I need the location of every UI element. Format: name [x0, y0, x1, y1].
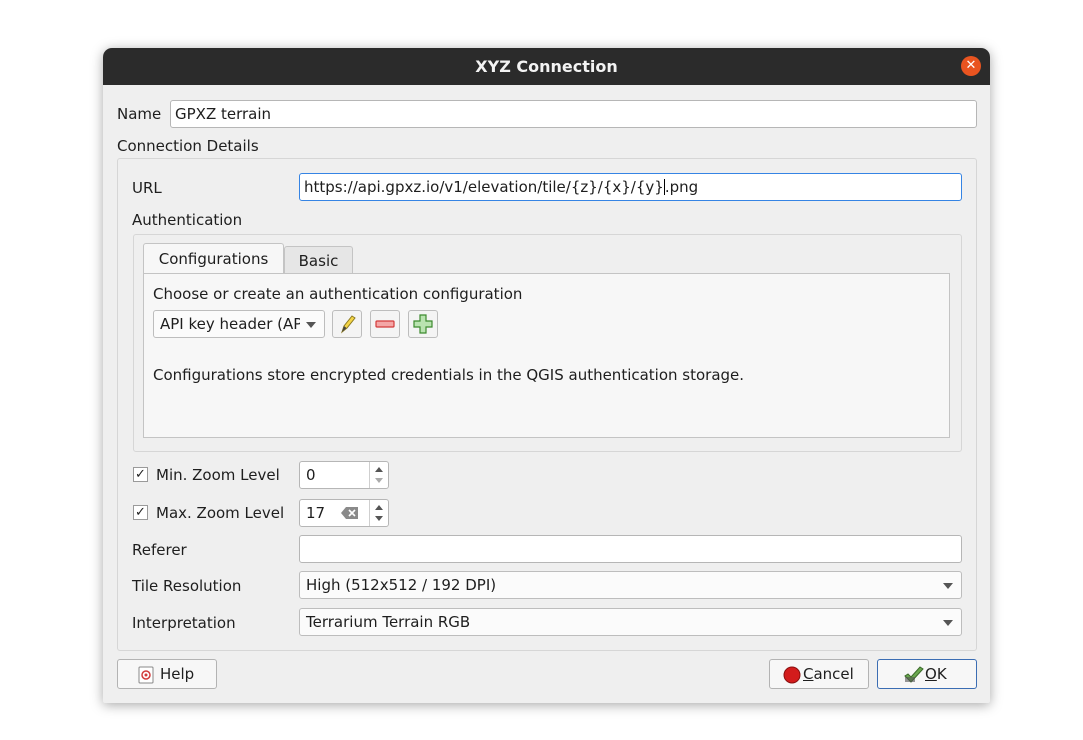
ok-mnemonic: O [925, 665, 937, 683]
url-label: URL [132, 179, 162, 197]
xyz-connection-dialog: XYZ Connection ✕ Name GPXZ terrain Conne… [103, 48, 990, 703]
help-label: Help [160, 665, 195, 683]
authentication-label: Authentication [132, 211, 243, 229]
tile-resolution-value: High (512x512 / 192 DPI) [306, 576, 497, 594]
name-label: Name [117, 105, 162, 123]
config-info-text: Configurations store encrypted credentia… [153, 366, 745, 384]
spin-arrows-icon [375, 505, 383, 521]
minus-icon [375, 320, 395, 328]
min-zoom-label: Min. Zoom Level [156, 466, 280, 484]
ok-label: OK [925, 660, 947, 688]
interpretation-label: Interpretation [132, 614, 236, 632]
clear-icon[interactable] [340, 506, 360, 520]
remove-config-button[interactable] [370, 310, 400, 338]
min-zoom-stepper[interactable] [369, 462, 388, 488]
plus-icon [413, 314, 433, 334]
ok-check-icon [904, 666, 924, 683]
edit-config-button[interactable] [332, 310, 362, 338]
help-book-icon [138, 666, 154, 684]
max-zoom-spinbox[interactable]: 17 [299, 499, 389, 527]
cancel-label: Cancel [803, 660, 854, 688]
title-bar: XYZ Connection ✕ [103, 48, 990, 85]
url-input[interactable]: https://api.gpxz.io/v1/elevation/tile/{z… [299, 173, 962, 201]
max-zoom-checkbox[interactable]: ✓ [133, 505, 148, 520]
cancel-button[interactable]: Cancel [769, 659, 869, 689]
referer-input[interactable] [299, 535, 962, 563]
min-zoom-spinbox[interactable]: 0 [299, 461, 389, 489]
close-icon[interactable]: ✕ [961, 56, 981, 76]
chevron-down-icon [943, 583, 953, 589]
configurations-pane: Choose or create an authentication confi… [143, 273, 950, 438]
auth-config-value: API key header (AP [160, 315, 300, 333]
interpretation-select[interactable]: Terrarium Terrain RGB [299, 608, 962, 636]
url-text-after-cursor: .png [664, 178, 699, 196]
max-zoom-stepper[interactable] [369, 500, 388, 526]
tile-resolution-label: Tile Resolution [132, 577, 242, 595]
referer-label: Referer [132, 541, 187, 559]
tab-basic[interactable]: Basic [284, 246, 353, 274]
max-zoom-value: 17 [306, 504, 326, 522]
ok-button[interactable]: OK [877, 659, 977, 689]
url-text-before-cursor: https://api.gpxz.io/v1/elevation/tile/{z… [304, 178, 664, 196]
min-zoom-value: 0 [306, 466, 316, 484]
cancel-icon [783, 666, 801, 684]
choose-config-label: Choose or create an authentication confi… [153, 285, 523, 303]
max-zoom-label: Max. Zoom Level [156, 504, 285, 522]
cancel-label-rest: ancel [813, 665, 854, 683]
help-button[interactable]: Help [117, 659, 217, 689]
spin-arrows-icon [375, 467, 383, 483]
add-config-button[interactable] [408, 310, 438, 338]
auth-config-select[interactable]: API key header (AP [153, 310, 325, 338]
chevron-down-icon [306, 322, 316, 328]
cancel-mnemonic: C [803, 665, 814, 683]
tile-resolution-select[interactable]: High (512x512 / 192 DPI) [299, 571, 962, 599]
connection-details-label: Connection Details [117, 137, 259, 155]
pencil-icon [340, 315, 356, 334]
ok-label-rest: K [936, 665, 947, 683]
interpretation-value: Terrarium Terrain RGB [306, 613, 471, 631]
tab-configurations[interactable]: Configurations [143, 243, 284, 274]
chevron-down-icon [943, 620, 953, 626]
min-zoom-checkbox[interactable]: ✓ [133, 467, 148, 482]
window-title: XYZ Connection [475, 57, 618, 76]
name-input[interactable]: GPXZ terrain [170, 100, 977, 128]
